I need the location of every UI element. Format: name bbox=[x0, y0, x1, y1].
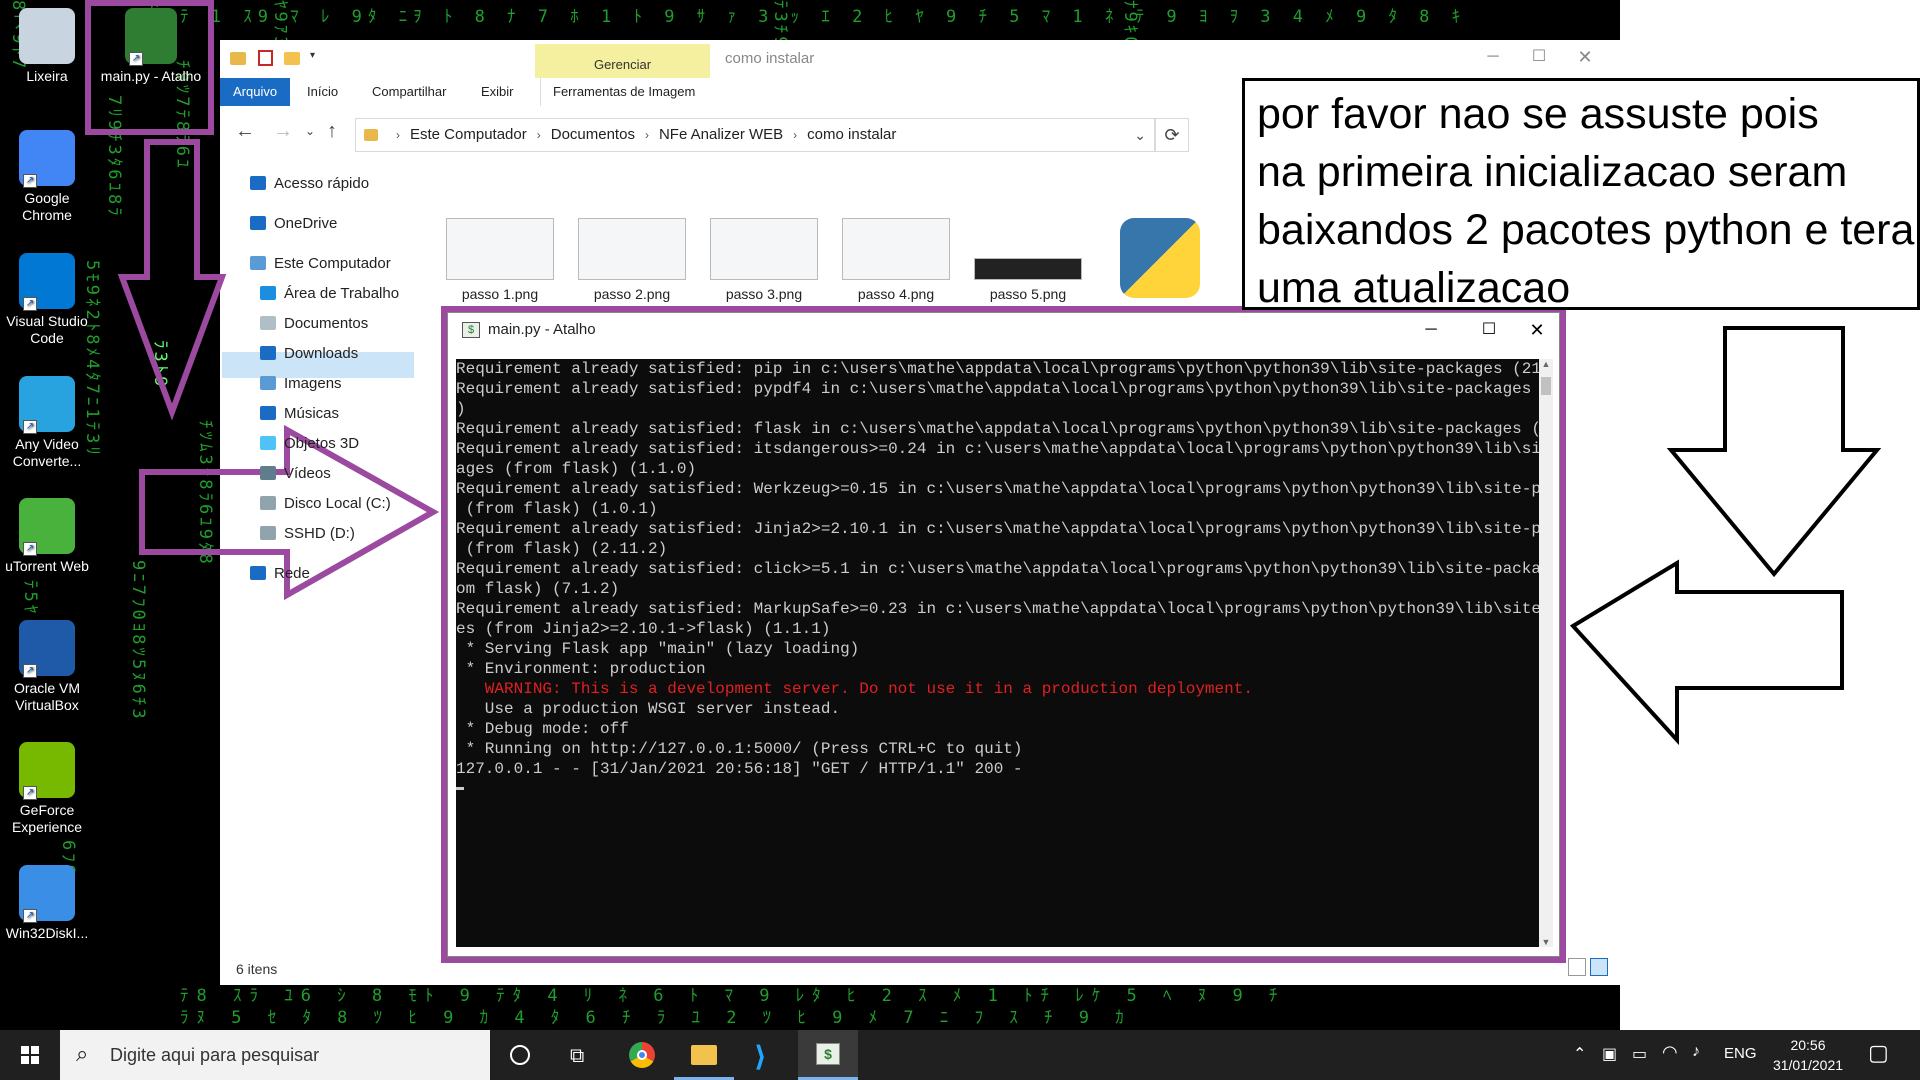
note-line: baixandos 2 pacotes python e tera bbox=[1257, 206, 1915, 254]
purple-arrow-down bbox=[117, 139, 227, 421]
cloud-icon bbox=[250, 216, 266, 230]
taskbar-file-explorer[interactable] bbox=[674, 1030, 734, 1080]
music-icon bbox=[260, 406, 276, 420]
cube-icon bbox=[260, 436, 276, 450]
taskbar: ⌕ Digite aqui para pesquisar ⧉ ⟩ $ ⌃ ▣ ▭… bbox=[0, 1030, 1920, 1080]
download-icon bbox=[260, 346, 276, 360]
volume-icon[interactable]: ♪ bbox=[1692, 1043, 1700, 1061]
black-arrow-left bbox=[1569, 559, 1844, 746]
taskbar-search-box[interactable]: ⌕ Digite aqui para pesquisar bbox=[60, 1030, 490, 1080]
cortana-button[interactable] bbox=[490, 1030, 550, 1080]
wifi-icon[interactable]: ◠ bbox=[1662, 1042, 1678, 1063]
search-placeholder: Digite aqui para pesquisar bbox=[110, 1045, 320, 1065]
folder-icon bbox=[691, 1045, 717, 1065]
nav-item[interactable]: Objetos 3D bbox=[260, 430, 359, 458]
nav-item[interactable]: OneDrive bbox=[250, 210, 337, 238]
battery-icon[interactable]: ▭ bbox=[1632, 1044, 1647, 1064]
network-icon bbox=[250, 566, 266, 580]
nav-item-label: Documentos bbox=[284, 315, 369, 332]
nav-item[interactable]: Disco Local (C:) bbox=[260, 490, 391, 518]
nav-item[interactable]: SSHD (D:) bbox=[260, 520, 355, 548]
nav-item[interactable]: Rede bbox=[250, 560, 310, 588]
clock-date: 31/01/2021 bbox=[1772, 1057, 1844, 1073]
nav-item-label: Acesso rápido bbox=[274, 175, 370, 192]
note-line: na primeira inicializacao seram bbox=[1257, 148, 1848, 196]
nav-item-label: Vídeos bbox=[284, 465, 331, 482]
drive-icon bbox=[260, 496, 276, 510]
nav-item-label: SSHD (D:) bbox=[284, 525, 355, 542]
nav-item-label: Rede bbox=[274, 565, 310, 582]
task-view-button[interactable]: ⧉ bbox=[550, 1030, 610, 1080]
nav-item[interactable]: Documentos bbox=[260, 310, 368, 338]
taskbar-console[interactable]: $ bbox=[798, 1030, 858, 1080]
computer-icon bbox=[250, 256, 266, 270]
nav-item-label: Imagens bbox=[284, 375, 342, 392]
cortana-icon bbox=[510, 1045, 530, 1065]
nav-item-label: Este Computador bbox=[274, 255, 391, 272]
show-hidden-icons-chevron-icon[interactable]: ⌃ bbox=[1573, 1044, 1586, 1064]
star-icon bbox=[250, 176, 266, 190]
device-icon[interactable]: ▣ bbox=[1602, 1044, 1617, 1064]
nav-item-label: Downloads bbox=[284, 345, 359, 362]
nav-item-label: Área de Trabalho bbox=[284, 285, 400, 302]
pictures-icon bbox=[260, 376, 276, 390]
windows-icon bbox=[21, 1046, 39, 1064]
chrome-icon bbox=[629, 1042, 655, 1068]
nav-item[interactable]: Downloads bbox=[260, 340, 358, 368]
notifications-icon[interactable]: ▢ bbox=[1868, 1040, 1889, 1066]
note-line: uma atualizacao bbox=[1257, 264, 1571, 310]
nav-item[interactable]: Imagens bbox=[260, 370, 342, 398]
nav-item-label: Músicas bbox=[284, 405, 340, 422]
documents-icon bbox=[260, 316, 276, 330]
start-button[interactable] bbox=[0, 1030, 60, 1080]
nav-item-label: Objetos 3D bbox=[284, 435, 360, 452]
taskbar-vscode[interactable]: ⟩ bbox=[736, 1030, 796, 1080]
clock-time: 20:56 bbox=[1790, 1037, 1826, 1053]
desktop-icon bbox=[260, 286, 276, 300]
vscode-icon: ⟩ bbox=[754, 1041, 767, 1072]
language-indicator[interactable]: ENG bbox=[1724, 1045, 1757, 1062]
clock[interactable]: 20:56 31/01/2021 bbox=[1765, 1035, 1851, 1075]
nav-item[interactable]: Vídeos bbox=[260, 460, 331, 488]
nav-item[interactable]: Músicas bbox=[260, 400, 339, 428]
instruction-note: por favor nao se assuste pois na primeir… bbox=[1242, 78, 1920, 310]
black-arrow-down bbox=[1666, 326, 1882, 578]
nav-item[interactable]: Este Computador bbox=[250, 250, 391, 278]
nav-item[interactable]: Acesso rápido bbox=[250, 170, 369, 198]
taskbar-chrome[interactable] bbox=[612, 1030, 672, 1080]
python-console-icon: $ bbox=[816, 1043, 840, 1065]
task-view-icon: ⧉ bbox=[570, 1045, 585, 1067]
video-icon bbox=[260, 466, 276, 480]
nav-item[interactable]: Área de Trabalho bbox=[260, 280, 399, 308]
nav-item-label: OneDrive bbox=[274, 215, 338, 232]
drive-icon bbox=[260, 526, 276, 540]
note-line: por favor nao se assuste pois bbox=[1257, 90, 1819, 138]
search-icon: ⌕ bbox=[76, 1041, 89, 1066]
nav-item-label: Disco Local (C:) bbox=[284, 495, 391, 512]
